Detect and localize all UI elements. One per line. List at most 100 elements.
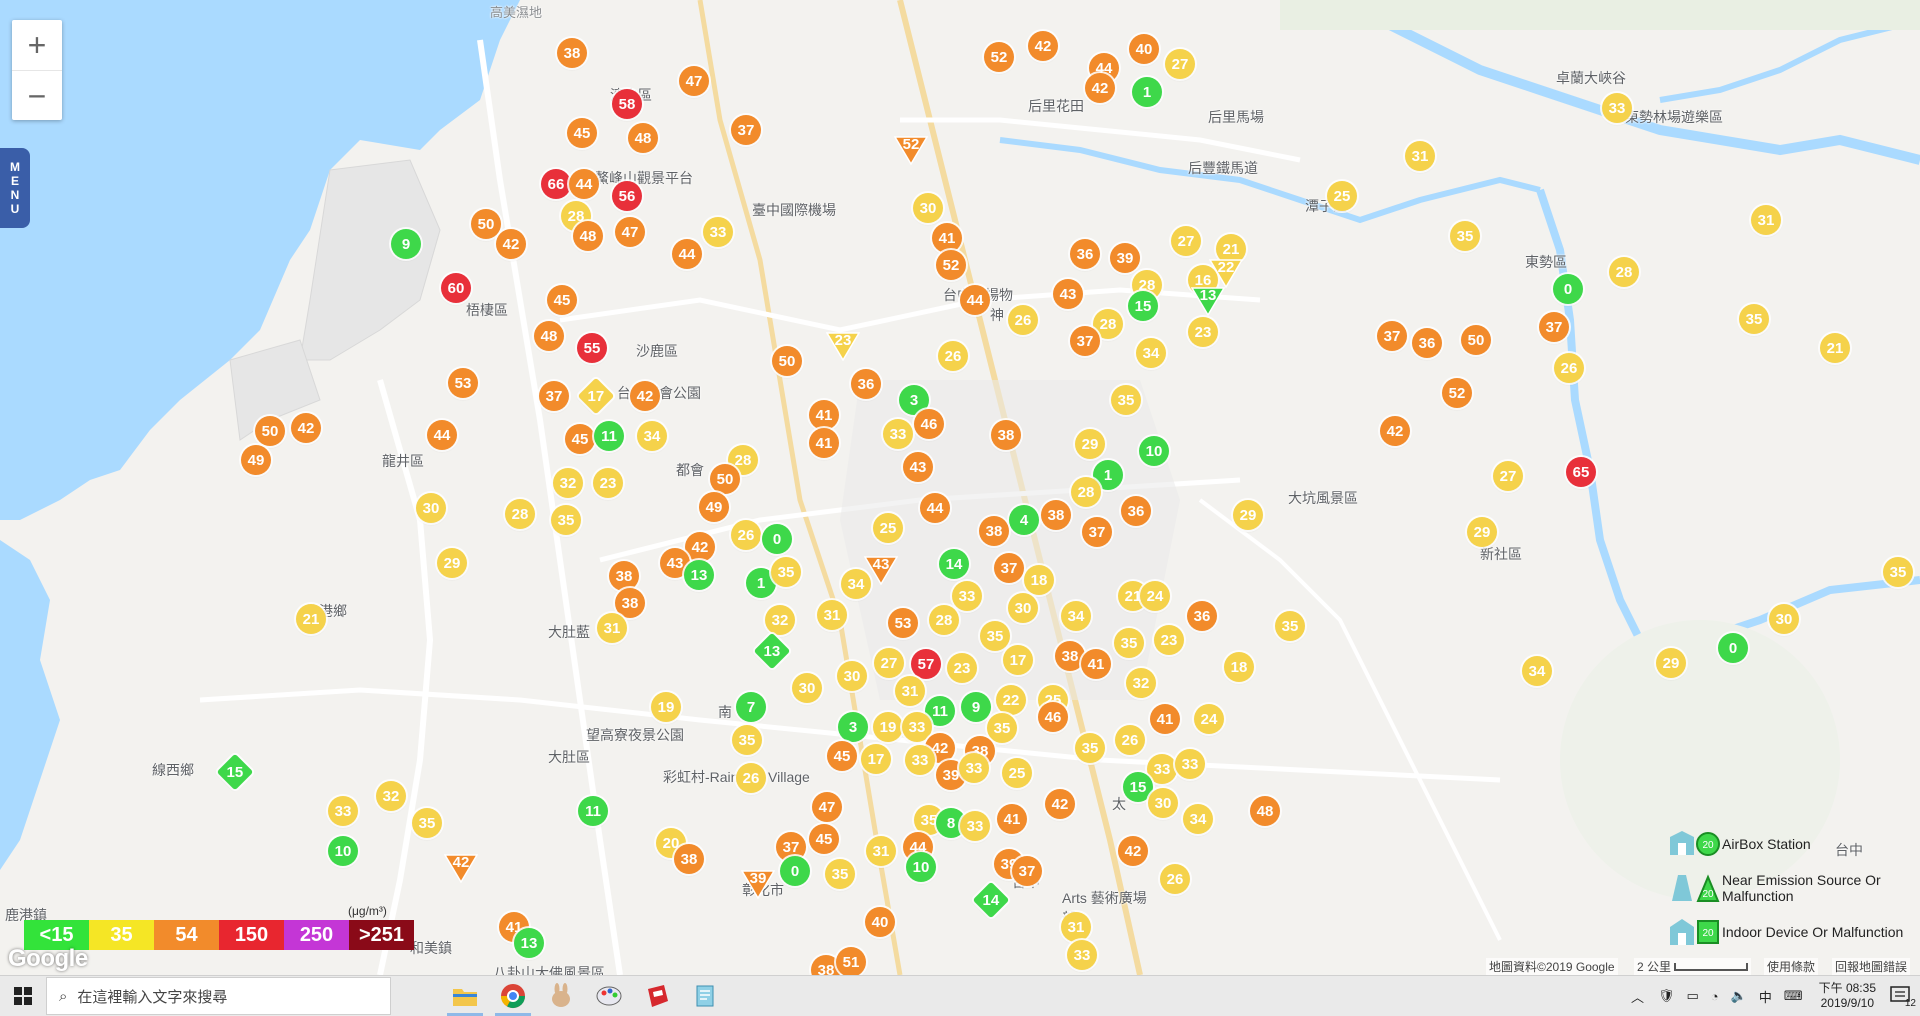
airbox-marker[interactable]: 26 bbox=[938, 341, 968, 371]
airbox-marker[interactable]: 50 bbox=[255, 416, 285, 446]
airbox-marker[interactable]: 26 bbox=[731, 520, 761, 550]
airbox-marker[interactable]: 31 bbox=[1061, 912, 1091, 942]
airbox-marker[interactable]: 45 bbox=[567, 118, 597, 148]
network-icon[interactable]: ◔ bbox=[1711, 989, 1719, 1004]
airbox-marker[interactable]: 33 bbox=[952, 581, 982, 611]
airbox-marker[interactable]: 19 bbox=[651, 692, 681, 722]
airbox-marker[interactable]: 42 bbox=[496, 229, 526, 259]
airbox-marker[interactable]: 45 bbox=[827, 741, 857, 771]
airbox-marker[interactable]: 30 bbox=[1148, 788, 1178, 818]
airbox-marker[interactable]: 36 bbox=[851, 369, 881, 399]
emission-marker[interactable]: 43 bbox=[864, 555, 898, 585]
airbox-marker[interactable]: 37 bbox=[1082, 517, 1112, 547]
airbox-marker[interactable]: 33 bbox=[703, 217, 733, 247]
emission-marker[interactable]: 13 bbox=[1191, 286, 1225, 316]
airbox-marker[interactable]: 9 bbox=[391, 229, 421, 259]
airbox-marker[interactable]: 48 bbox=[628, 123, 658, 153]
airbox-marker[interactable]: 48 bbox=[1250, 796, 1280, 826]
airbox-marker[interactable]: 31 bbox=[895, 676, 925, 706]
airbox-marker[interactable]: 0 bbox=[1718, 633, 1748, 663]
airbox-marker[interactable]: 27 bbox=[1493, 461, 1523, 491]
airbox-marker[interactable]: 37 bbox=[1539, 312, 1569, 342]
airbox-marker[interactable]: 28 bbox=[1609, 257, 1639, 287]
airbox-marker[interactable]: 30 bbox=[792, 673, 822, 703]
airbox-marker[interactable]: 37 bbox=[731, 115, 761, 145]
airbox-marker[interactable]: 42 bbox=[1118, 836, 1148, 866]
airbox-marker[interactable]: 36 bbox=[1121, 496, 1151, 526]
airbox-marker[interactable]: 41 bbox=[1081, 649, 1111, 679]
airbox-marker[interactable]: 53 bbox=[448, 368, 478, 398]
zoom-out-button[interactable]: − bbox=[12, 71, 62, 121]
airbox-marker[interactable]: 34 bbox=[637, 421, 667, 451]
airbox-marker[interactable]: 13 bbox=[684, 560, 714, 590]
airbox-marker[interactable]: 44 bbox=[427, 420, 457, 450]
airbox-marker[interactable]: 35 bbox=[1450, 221, 1480, 251]
volume-icon[interactable]: 🔈 bbox=[1731, 988, 1747, 1004]
airbox-marker[interactable]: 48 bbox=[573, 221, 603, 251]
battery-icon[interactable]: ▭ bbox=[1687, 988, 1699, 1004]
airbox-marker[interactable]: 58 bbox=[612, 89, 642, 119]
windows-start-button[interactable] bbox=[0, 976, 46, 1016]
airbox-marker[interactable]: 30 bbox=[1769, 604, 1799, 634]
airbox-marker[interactable]: 49 bbox=[699, 492, 729, 522]
airbox-marker[interactable]: 34 bbox=[1522, 656, 1552, 686]
airbox-marker[interactable]: 47 bbox=[812, 792, 842, 822]
menu-tab[interactable]: MENU bbox=[0, 148, 30, 228]
airbox-marker[interactable]: 35 bbox=[980, 621, 1010, 651]
airbox-marker[interactable]: 41 bbox=[809, 428, 839, 458]
security-icon[interactable]: 🛡 bbox=[1658, 988, 1675, 1004]
airbox-marker[interactable]: 50 bbox=[471, 209, 501, 239]
airbox-marker[interactable]: 23 bbox=[593, 468, 623, 498]
airbox-marker[interactable]: 1 bbox=[1132, 77, 1162, 107]
airbox-marker[interactable]: 48 bbox=[534, 321, 564, 351]
airbox-marker[interactable]: 56 bbox=[612, 181, 642, 211]
airbox-marker[interactable]: 37 bbox=[1012, 856, 1042, 886]
map-view[interactable]: 高美濕地清水區鰲峰山觀景平台臺中國際機場后里花田后里馬場后豐鐵馬道梧棲區沙鹿區台… bbox=[0, 0, 1920, 975]
airbox-marker[interactable]: 43 bbox=[1053, 279, 1083, 309]
airbox-marker[interactable]: 40 bbox=[865, 907, 895, 937]
airbox-marker[interactable]: 35 bbox=[1275, 611, 1305, 641]
airbox-marker[interactable]: 42 bbox=[1028, 31, 1058, 61]
zoom-in-button[interactable]: + bbox=[12, 20, 62, 71]
airbox-marker[interactable]: 38 bbox=[991, 420, 1021, 450]
airbox-marker[interactable]: 32 bbox=[376, 781, 406, 811]
airbox-marker[interactable]: 33 bbox=[1602, 93, 1632, 123]
airbox-marker[interactable]: 37 bbox=[1377, 321, 1407, 351]
airbox-marker[interactable]: 0 bbox=[780, 856, 810, 886]
airbox-marker[interactable]: 26 bbox=[1160, 864, 1190, 894]
airbox-marker[interactable]: 41 bbox=[1150, 704, 1180, 734]
airbox-marker[interactable]: 23 bbox=[1188, 317, 1218, 347]
airbox-marker[interactable]: 17 bbox=[861, 744, 891, 774]
airbox-marker[interactable]: 24 bbox=[1140, 581, 1170, 611]
airbox-marker[interactable]: 47 bbox=[615, 217, 645, 247]
airbox-marker[interactable]: 25 bbox=[873, 513, 903, 543]
airbox-marker[interactable]: 38 bbox=[674, 844, 704, 874]
report-error-link[interactable]: 回報地圖錯誤 bbox=[1832, 958, 1911, 975]
airbox-marker[interactable]: 29 bbox=[1075, 429, 1105, 459]
airbox-marker[interactable]: 32 bbox=[1126, 668, 1156, 698]
airbox-marker[interactable]: 0 bbox=[1553, 274, 1583, 304]
airbox-marker[interactable]: 10 bbox=[328, 836, 358, 866]
airbox-marker[interactable]: 35 bbox=[1114, 628, 1144, 658]
airbox-marker[interactable]: 17 bbox=[1003, 645, 1033, 675]
airbox-marker[interactable]: 44 bbox=[672, 239, 702, 269]
airbox-marker[interactable]: 29 bbox=[1467, 517, 1497, 547]
airbox-marker[interactable]: 31 bbox=[597, 613, 627, 643]
airbox-marker[interactable]: 29 bbox=[437, 548, 467, 578]
airbox-marker[interactable]: 60 bbox=[441, 273, 471, 303]
airbox-marker[interactable]: 46 bbox=[1038, 702, 1068, 732]
rabbit-app[interactable] bbox=[537, 976, 585, 1016]
airbox-marker[interactable]: 42 bbox=[1045, 789, 1075, 819]
airbox-marker[interactable]: 25 bbox=[1327, 181, 1357, 211]
airbox-marker[interactable]: 27 bbox=[1171, 226, 1201, 256]
airbox-marker[interactable]: 39 bbox=[1110, 243, 1140, 273]
airbox-marker[interactable]: 49 bbox=[241, 445, 271, 475]
airbox-marker[interactable]: 46 bbox=[914, 409, 944, 439]
airbox-marker[interactable]: 35 bbox=[1883, 557, 1913, 587]
airbox-marker[interactable]: 10 bbox=[906, 852, 936, 882]
airbox-marker[interactable]: 36 bbox=[1412, 328, 1442, 358]
airbox-marker[interactable]: 45 bbox=[565, 424, 595, 454]
airbox-marker[interactable]: 35 bbox=[732, 725, 762, 755]
airbox-marker[interactable]: 9 bbox=[961, 692, 991, 722]
airbox-marker[interactable]: 15 bbox=[1128, 291, 1158, 321]
